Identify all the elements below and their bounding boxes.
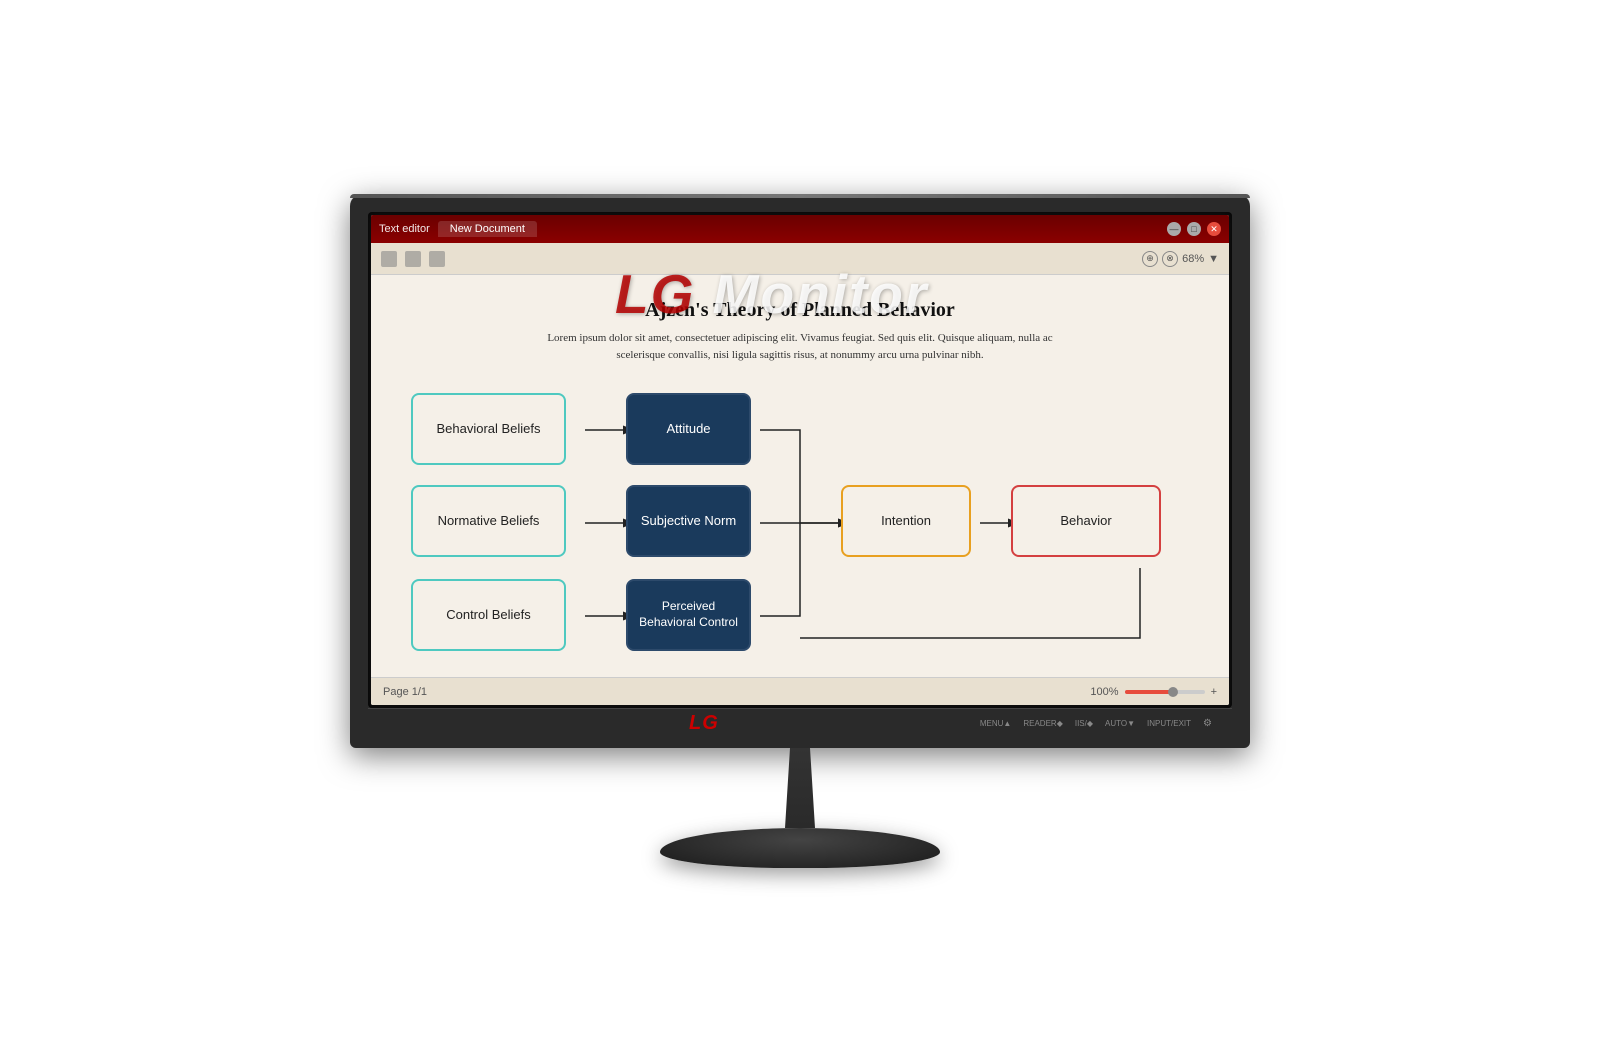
monitor-logo-bar: LG MENU▲ READER◆ IIS/◆ AUTO▼ INPUT/EXIT … — [368, 708, 1232, 738]
zoom-level: 68% — [1182, 253, 1204, 265]
zoom-max-icon[interactable]: + — [1211, 686, 1217, 698]
monitor-neck — [775, 748, 825, 828]
zoom-slider-fill — [1125, 690, 1173, 694]
zoom-dropdown-icon[interactable]: ▼ — [1208, 253, 1219, 265]
toolbar-icon-3 — [429, 251, 445, 267]
monitor-controls-bar: MENU▲ READER◆ IIS/◆ AUTO▼ INPUT/EXIT ⚙ — [980, 718, 1212, 729]
subjective-norm-box: Subjective Norm — [626, 485, 751, 557]
monitor-shell: Text editor New Document — □ ✕ — [350, 194, 1250, 748]
toolbar-zoom: ⊕ ⊗ 68% ▼ — [1142, 251, 1219, 267]
monitor-outer: Text editor New Document — □ ✕ — [350, 194, 1250, 868]
maximize-button[interactable]: □ — [1187, 222, 1201, 236]
iis-control[interactable]: IIS/◆ — [1075, 719, 1093, 728]
toolbar: ⊕ ⊗ 68% ▼ — [371, 243, 1229, 275]
minimize-button[interactable]: — — [1167, 222, 1181, 236]
toolbar-icon-1 — [381, 251, 397, 267]
app-name: Text editor — [379, 223, 430, 235]
normative-beliefs-box: Normative Beliefs — [411, 485, 566, 557]
doc-subtitle: Lorem ipsum dolor sit amet, consectetuer… — [411, 330, 1189, 363]
behavior-box: Behavior — [1011, 485, 1161, 557]
monitor-base — [660, 828, 940, 868]
diagram: Behavioral Beliefs Attitude Normative Be… — [411, 383, 1189, 663]
attitude-box: Attitude — [626, 393, 751, 465]
zoom-slider-handle — [1168, 687, 1178, 697]
menu-control[interactable]: MENU▲ — [980, 719, 1011, 728]
zoom-in-icon[interactable]: ⊕ — [1142, 251, 1158, 267]
monitor-logo: LG — [689, 712, 719, 735]
close-button[interactable]: ✕ — [1207, 222, 1221, 236]
monitor: LG Monitor Text editor New Document — □ … — [350, 194, 1250, 868]
zoom-out-icon[interactable]: ⊗ — [1162, 251, 1178, 267]
window-controls: — □ ✕ — [1167, 222, 1221, 236]
auto-control[interactable]: AUTO▼ — [1105, 719, 1135, 728]
settings-icon[interactable]: ⚙ — [1203, 718, 1212, 729]
doc-content: Ajzen's Theory of Planned Behavior Lorem… — [371, 275, 1229, 677]
perceived-behavioral-control-box: Perceived Behavioral Control — [626, 579, 751, 651]
page-info: Page 1/1 — [383, 686, 427, 698]
input-control[interactable]: INPUT/EXIT — [1147, 719, 1191, 728]
control-beliefs-box: Control Beliefs — [411, 579, 566, 651]
reader-control[interactable]: READER◆ — [1023, 719, 1063, 728]
titlebar: Text editor New Document — □ ✕ — [371, 215, 1229, 243]
zoom-slider[interactable] — [1125, 690, 1205, 694]
zoom-percent: 100% — [1090, 686, 1118, 698]
intention-box: Intention — [841, 485, 971, 557]
screen: Text editor New Document — □ ✕ — [371, 215, 1229, 705]
behavioral-beliefs-box: Behavioral Beliefs — [411, 393, 566, 465]
zoom-control: 100% + — [1090, 686, 1217, 698]
screen-bezel: Text editor New Document — □ ✕ — [368, 212, 1232, 708]
toolbar-icon-2 — [405, 251, 421, 267]
doc-title: Ajzen's Theory of Planned Behavior — [411, 299, 1189, 322]
statusbar: Page 1/1 100% + — [371, 677, 1229, 705]
doc-name: New Document — [438, 221, 537, 237]
